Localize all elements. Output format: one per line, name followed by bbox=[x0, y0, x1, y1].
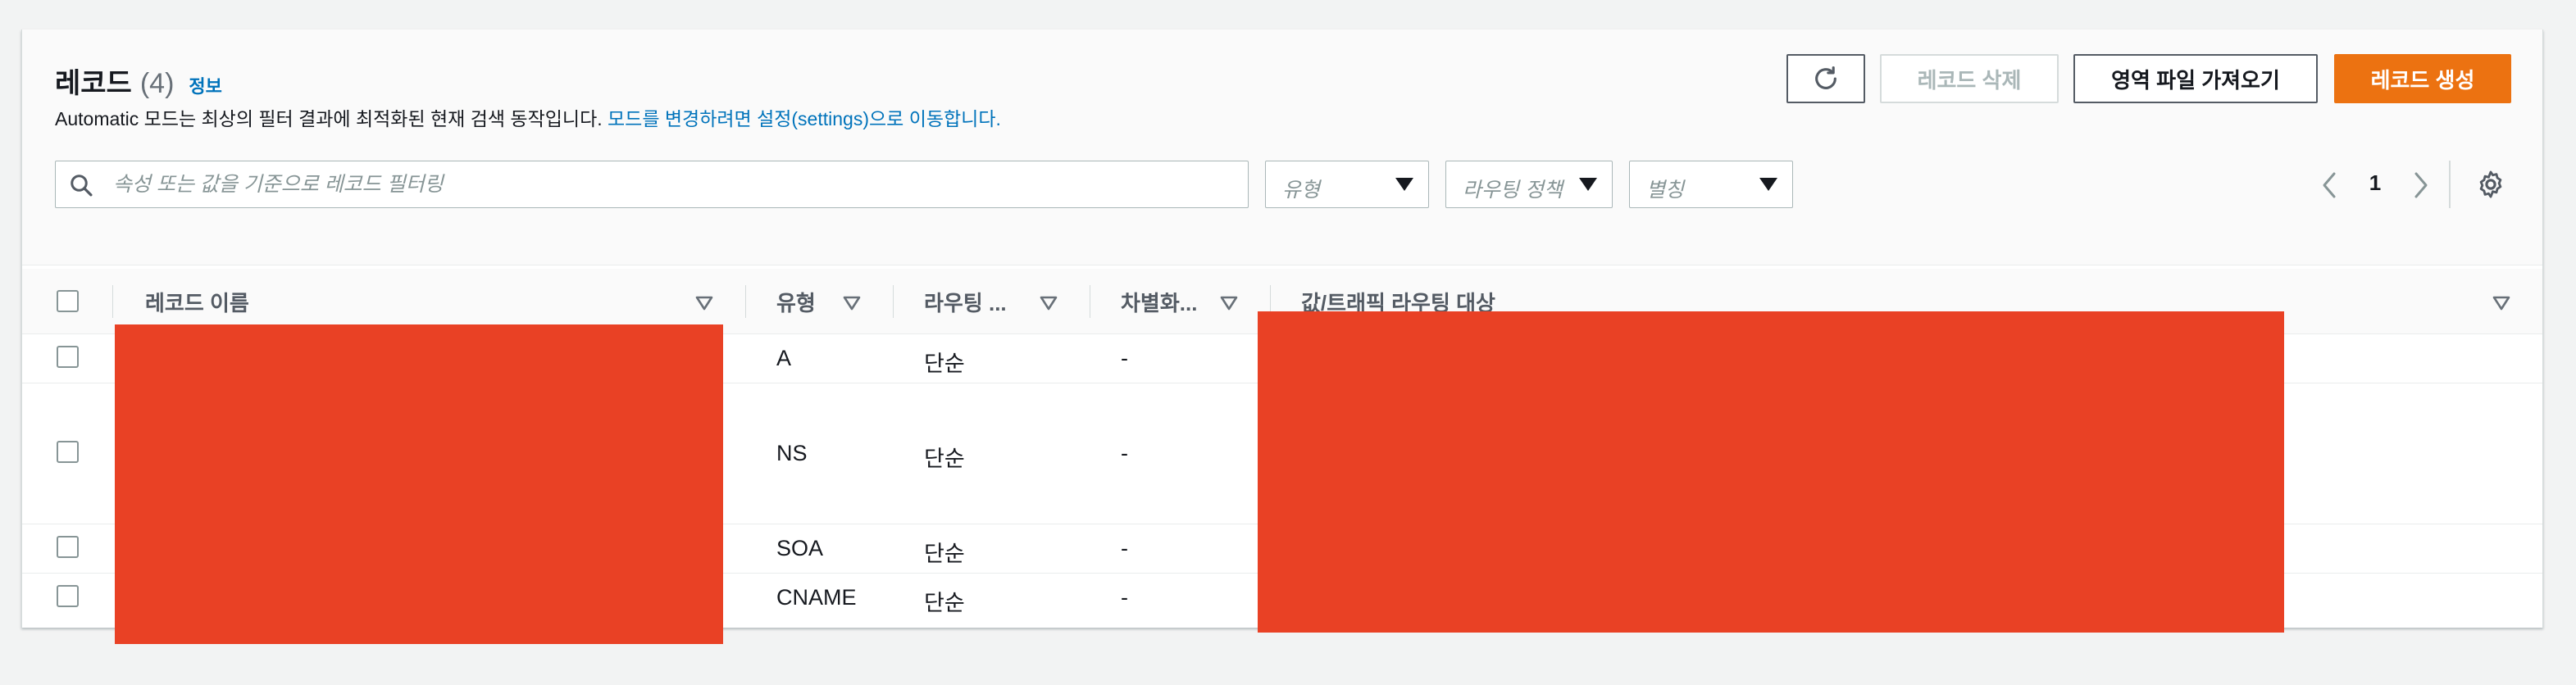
redacted-record-values bbox=[1258, 311, 2284, 633]
column-header-name[interactable]: 레코드 이름 bbox=[145, 287, 249, 317]
sort-icon[interactable] bbox=[2492, 295, 2511, 311]
sort-icon[interactable] bbox=[842, 295, 862, 311]
caret-down-icon bbox=[1759, 178, 1777, 191]
search-input[interactable] bbox=[113, 168, 1236, 201]
cell-differentiator: - bbox=[1121, 346, 1128, 370]
alias-filter-placeholder: 별칭 bbox=[1646, 179, 1685, 202]
row-checkbox[interactable] bbox=[57, 441, 79, 463]
alias-filter-select[interactable]: 별칭 bbox=[1629, 161, 1793, 208]
create-record-button[interactable]: 레코드 생성 bbox=[2334, 54, 2511, 103]
cell-routing: 단순 bbox=[924, 542, 965, 566]
search-box[interactable] bbox=[55, 161, 1249, 208]
cell-differentiator: - bbox=[1121, 585, 1128, 610]
page-number[interactable]: 1 bbox=[2351, 170, 2400, 196]
column-divider bbox=[112, 285, 113, 318]
routing-policy-filter-select[interactable]: 라우팅 정책 bbox=[1445, 161, 1613, 208]
import-zone-file-button[interactable]: 영역 파일 가져오기 bbox=[2073, 54, 2318, 103]
record-count: (4) bbox=[139, 68, 175, 99]
sort-icon[interactable] bbox=[1219, 295, 1239, 311]
info-link[interactable]: 정보 bbox=[189, 72, 221, 98]
row-checkbox[interactable] bbox=[57, 346, 79, 368]
settings-link[interactable]: 모드를 변경하려면 설정(settings)으로 이동합니다. bbox=[608, 108, 1001, 129]
cell-differentiator: - bbox=[1121, 536, 1128, 560]
cell-routing: 단순 bbox=[924, 352, 965, 376]
search-icon bbox=[71, 175, 93, 197]
cell-type: NS bbox=[776, 441, 808, 465]
routing-filter-placeholder: 라우팅 정책 bbox=[1463, 179, 1563, 202]
caret-down-icon bbox=[1579, 178, 1597, 191]
cell-routing: 단순 bbox=[924, 447, 965, 471]
select-all-checkbox[interactable] bbox=[57, 290, 79, 312]
column-header-type[interactable]: 유형 bbox=[776, 287, 816, 317]
cell-type: CNAME bbox=[776, 585, 857, 610]
refresh-icon bbox=[1815, 66, 1836, 89]
page-title: 레코드 bbox=[55, 68, 132, 99]
column-divider bbox=[893, 285, 894, 318]
type-filter-select[interactable]: 유형 bbox=[1265, 161, 1429, 208]
records-panel-header: 레코드 (4) 정보 Automatic 모드는 최상의 필터 결과에 최적화된… bbox=[22, 29, 2542, 265]
row-checkbox[interactable] bbox=[57, 585, 79, 607]
row-checkbox[interactable] bbox=[57, 536, 79, 558]
sort-icon[interactable] bbox=[1039, 295, 1058, 311]
cell-type: A bbox=[776, 346, 792, 370]
type-filter-placeholder: 유형 bbox=[1282, 179, 1321, 202]
column-header-routing[interactable]: 라우팅 ... bbox=[924, 287, 1007, 317]
delete-record-button[interactable]: 레코드 삭제 bbox=[1880, 54, 2059, 103]
search-mode-description: Automatic 모드는 최상의 필터 결과에 최적화된 현재 검색 동작입니… bbox=[55, 103, 1001, 131]
column-header-differentiator[interactable]: 차별화... bbox=[1121, 287, 1197, 317]
cell-type: SOA bbox=[776, 536, 824, 560]
cell-differentiator: - bbox=[1121, 441, 1128, 465]
sort-icon[interactable] bbox=[694, 295, 714, 311]
caret-down-icon bbox=[1395, 178, 1413, 191]
cell-routing: 단순 bbox=[924, 591, 965, 615]
description-text: Automatic 모드는 최상의 필터 결과에 최적화된 현재 검색 동작입니… bbox=[55, 108, 608, 129]
redacted-record-names bbox=[115, 324, 723, 644]
pager-divider bbox=[2449, 161, 2451, 208]
column-divider bbox=[745, 285, 746, 318]
previous-page-icon[interactable] bbox=[2318, 169, 2342, 202]
gear-icon[interactable] bbox=[2475, 169, 2506, 200]
refresh-button[interactable] bbox=[1786, 54, 1865, 103]
title-group: 레코드 (4) 정보 bbox=[55, 61, 222, 101]
next-page-icon[interactable] bbox=[2408, 169, 2433, 202]
